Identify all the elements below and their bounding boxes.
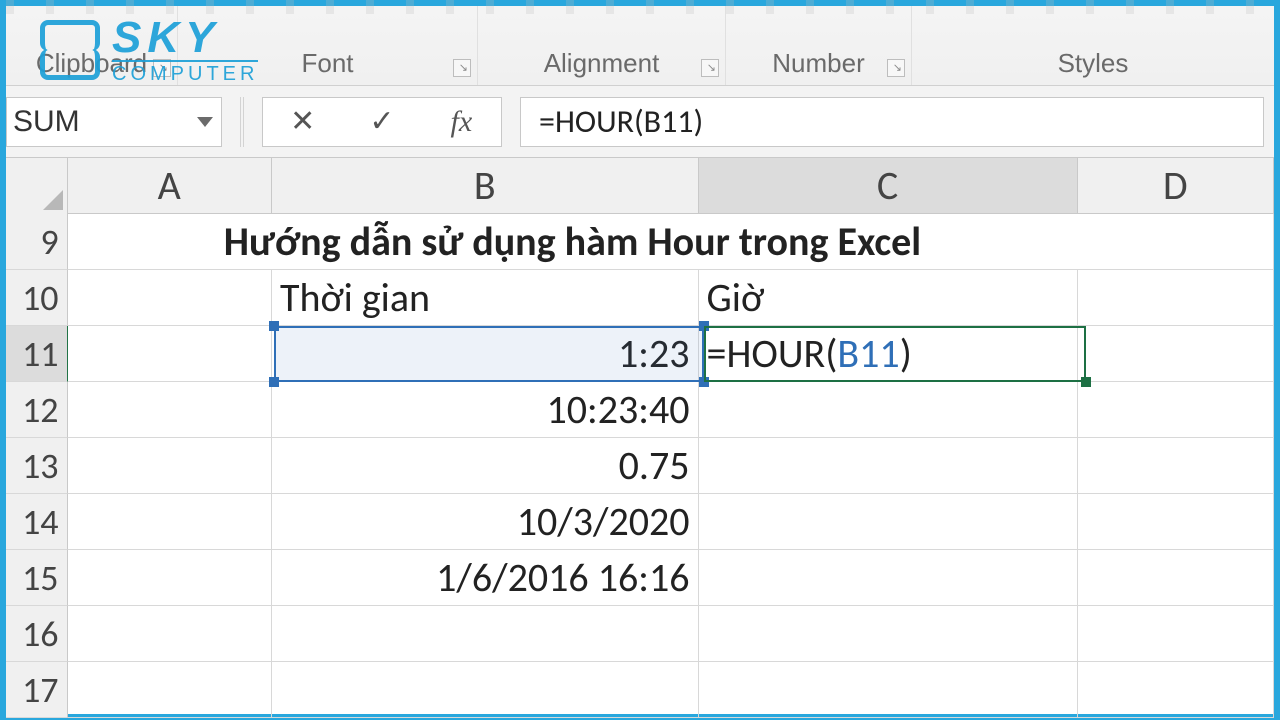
logo-line1: SKY: [112, 16, 258, 60]
cell[interactable]: [1078, 438, 1275, 494]
cell[interactable]: [699, 662, 1078, 718]
cell[interactable]: [1078, 494, 1275, 550]
chevron-down-icon[interactable]: [197, 117, 213, 127]
header-gio: Giờ: [707, 273, 765, 322]
insert-function-button[interactable]: fx: [431, 105, 491, 139]
title-cell[interactable]: Hướng dẫn sử dụng hàm Hour trong Excel: [68, 214, 1078, 270]
formula-suffix: ): [900, 329, 912, 378]
cell[interactable]: [1078, 326, 1275, 382]
formula-buttons: ✕ ✓ fx: [262, 97, 502, 147]
cell[interactable]: [1078, 662, 1275, 718]
column-header-row: A B C D: [6, 158, 1274, 214]
cell[interactable]: [68, 326, 272, 382]
cell[interactable]: 0.75: [272, 438, 699, 494]
cell[interactable]: [68, 270, 272, 326]
cell[interactable]: 10:23:40: [272, 382, 699, 438]
logo-line2: COMPUTER: [112, 60, 258, 84]
cell[interactable]: Giờ: [699, 270, 1078, 326]
value: 10:23:40: [547, 385, 690, 434]
name-box-value: SUM: [13, 105, 80, 139]
row-header[interactable]: 15: [6, 550, 68, 606]
title-text: Hướng dẫn sử dụng hàm Hour trong Excel: [224, 217, 921, 266]
separator: [240, 97, 244, 147]
column-header-d[interactable]: D: [1078, 158, 1274, 213]
formula-bar-row: SUM ✕ ✓ fx =HOUR(B11): [6, 86, 1274, 158]
cell[interactable]: 10/3/2020: [272, 494, 699, 550]
cell[interactable]: [68, 606, 272, 662]
cell-b11[interactable]: 1:23: [272, 326, 699, 382]
cell[interactable]: [1078, 382, 1275, 438]
cell[interactable]: [699, 438, 1078, 494]
cell[interactable]: [1078, 270, 1275, 326]
value: 0.75: [619, 441, 690, 490]
row-header[interactable]: 17: [6, 662, 68, 718]
row-header[interactable]: 12: [6, 382, 68, 438]
cell[interactable]: [699, 382, 1078, 438]
cell[interactable]: [1078, 606, 1275, 662]
cell[interactable]: [272, 662, 699, 718]
cell[interactable]: [68, 494, 272, 550]
cell-c11-active[interactable]: =HOUR(B11): [699, 326, 1078, 382]
value: 10/3/2020: [517, 497, 690, 546]
ribbon-group-styles[interactable]: Styles: [912, 6, 1274, 85]
ribbon-group-label: Alignment: [544, 48, 660, 79]
ribbon-group-label: Number: [772, 48, 864, 79]
row-header[interactable]: 11: [6, 326, 68, 382]
ribbon-group-label: Styles: [1058, 48, 1129, 79]
cell[interactable]: [272, 606, 699, 662]
row-header[interactable]: 16: [6, 606, 68, 662]
spreadsheet-grid[interactable]: A B C D 9 Hướng dẫn sử dụng hàm Hour tro…: [6, 158, 1274, 718]
cell[interactable]: [68, 382, 272, 438]
formula-bar-text: =HOUR(B11): [539, 102, 703, 141]
formula-bar-input[interactable]: =HOUR(B11): [520, 97, 1264, 147]
cell[interactable]: [699, 606, 1078, 662]
formula-cell-text: =HOUR(B11): [707, 329, 912, 378]
cell[interactable]: [68, 662, 272, 718]
dialog-launcher-icon[interactable]: ↘: [887, 59, 905, 77]
dialog-launcher-icon[interactable]: ↘: [453, 59, 471, 77]
column-header-a[interactable]: A: [68, 158, 272, 213]
row-header[interactable]: 14: [6, 494, 68, 550]
cell[interactable]: [68, 550, 272, 606]
ribbon-group-label: Font: [301, 48, 353, 79]
logo-mark-icon: [40, 20, 100, 80]
formula-ref: B11: [837, 329, 899, 378]
cell[interactable]: [699, 550, 1078, 606]
select-all-triangle[interactable]: [6, 158, 68, 214]
row-header[interactable]: 13: [6, 438, 68, 494]
ribbon-group-number[interactable]: Number ↘: [726, 6, 912, 85]
header-thoi-gian: Thời gian: [280, 273, 430, 322]
value: 1:23: [618, 329, 690, 378]
name-box[interactable]: SUM: [6, 97, 222, 147]
cell[interactable]: 1/6/2016 16:16: [272, 550, 699, 606]
cell[interactable]: [1078, 550, 1275, 606]
cell[interactable]: [1077, 214, 1274, 270]
row-header[interactable]: 9: [6, 214, 68, 270]
dialog-launcher-icon[interactable]: ↘: [701, 59, 719, 77]
formula-prefix: =HOUR(: [707, 329, 838, 378]
column-header-b[interactable]: B: [272, 158, 699, 213]
cancel-button[interactable]: ✕: [273, 104, 333, 139]
ribbon-group-alignment[interactable]: Alignment ↘: [478, 6, 726, 85]
value: 1/6/2016 16:16: [436, 553, 689, 602]
column-header-c[interactable]: C: [699, 158, 1078, 213]
enter-button[interactable]: ✓: [352, 104, 412, 139]
watermark-logo: SKY COMPUTER: [40, 16, 258, 84]
cell[interactable]: [68, 438, 272, 494]
cell[interactable]: Thời gian: [272, 270, 699, 326]
cell[interactable]: [699, 494, 1078, 550]
row-header[interactable]: 10: [6, 270, 68, 326]
